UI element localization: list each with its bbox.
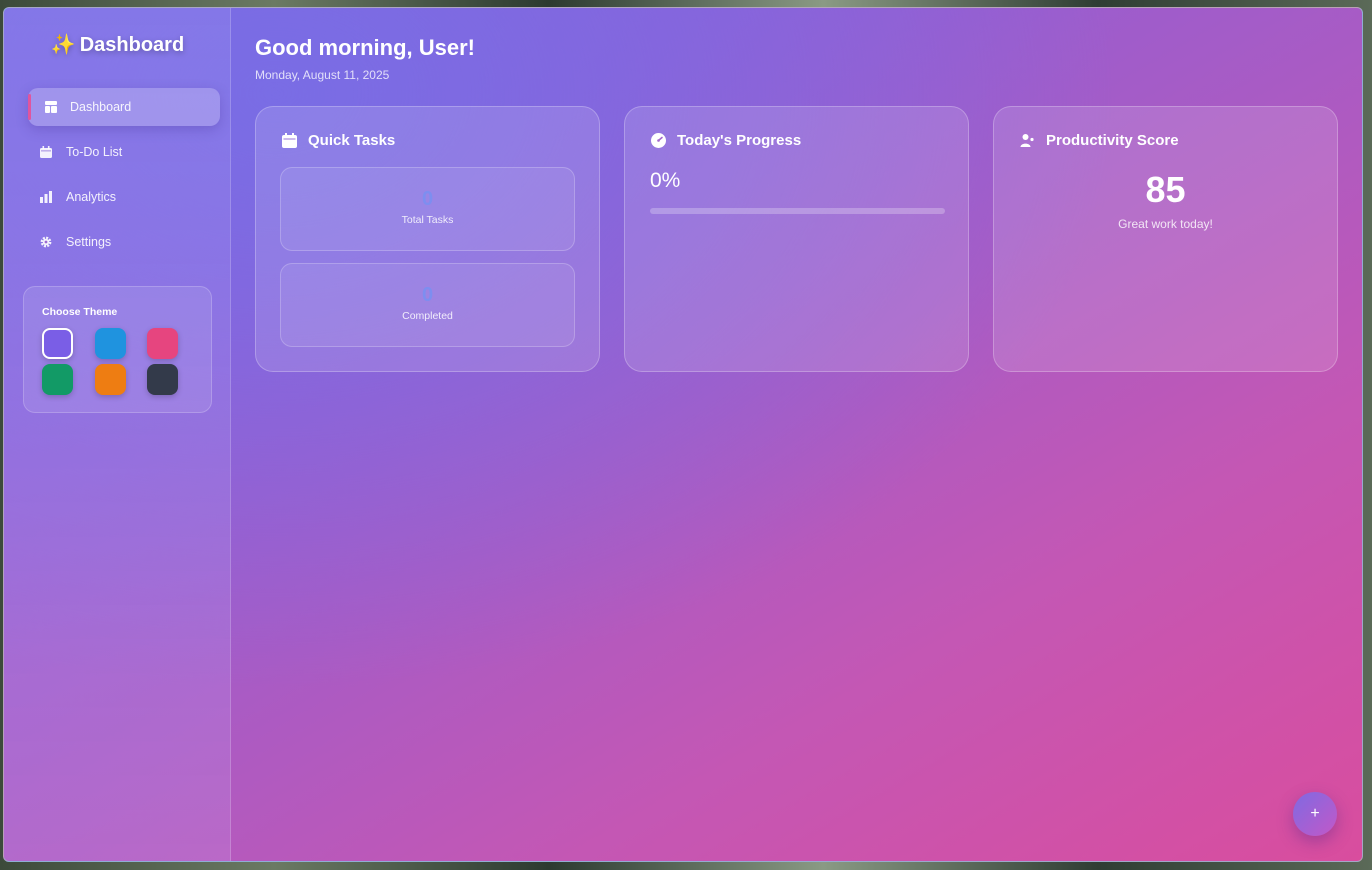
- sidebar-item-label: Dashboard: [70, 100, 132, 114]
- card-title-label: Productivity Score: [1046, 132, 1179, 149]
- productivity-card: Productivity Score 85 Great work today!: [993, 106, 1338, 372]
- sidebar-item-label: Settings: [66, 235, 112, 249]
- progress-percent: 0%: [650, 169, 681, 192]
- brand-label: Dashboard: [79, 34, 185, 56]
- sidebar-item-settings[interactable]: Settings: [28, 223, 220, 261]
- theme-picker: Choose Theme: [23, 286, 212, 413]
- sidebar-nav: Dashboard To-Do List Analytics Settings: [28, 88, 220, 268]
- progress-card: Today's Progress 0%: [624, 106, 969, 372]
- total-tasks-value: 0: [421, 188, 434, 210]
- completed-tasks-label: Completed: [402, 310, 453, 322]
- total-tasks-stat: 0 Total Tasks: [280, 167, 575, 251]
- theme-swatch-green[interactable]: [42, 364, 73, 395]
- user-icon: [1019, 133, 1035, 149]
- current-date: Monday, August 11, 2025: [255, 68, 390, 82]
- gear-icon: [40, 236, 52, 248]
- sidebar-item-label: Analytics: [66, 190, 117, 204]
- calendar-icon: [40, 146, 52, 158]
- progress-bar: [650, 208, 945, 214]
- total-tasks-label: Total Tasks: [401, 214, 454, 226]
- sidebar: ✨ Dashboard Dashboard To-Do List Analytic…: [4, 8, 231, 861]
- layout-icon: [45, 101, 57, 113]
- quick-tasks-card: Quick Tasks 0 Total Tasks 0 Completed: [255, 106, 600, 372]
- card-title: Productivity Score: [1019, 132, 1179, 149]
- sidebar-item-analytics[interactable]: Analytics: [28, 178, 220, 216]
- sparkles-icon: ✨: [50, 34, 76, 56]
- theme-swatch-pink[interactable]: [147, 328, 178, 359]
- productivity-message: Great work today!: [1118, 217, 1213, 231]
- page-title: Good morning, User!: [255, 35, 475, 60]
- main-content: Good morning, User! Monday, August 11, 2…: [231, 8, 1362, 861]
- calendar-icon: [281, 133, 297, 149]
- theme-picker-title: Choose Theme: [42, 306, 118, 318]
- bar-chart-icon: [40, 191, 52, 203]
- card-title-label: Quick Tasks: [308, 132, 396, 149]
- card-title: Today's Progress: [650, 132, 801, 149]
- app-window: ✨ Dashboard Dashboard To-Do List Analytic…: [3, 7, 1363, 862]
- card-title: Quick Tasks: [281, 132, 395, 149]
- brand-title: ✨ Dashboard: [4, 32, 231, 57]
- completed-tasks-value: 0: [421, 284, 434, 306]
- gauge-icon: [650, 133, 666, 149]
- theme-swatch-orange[interactable]: [95, 364, 126, 395]
- sidebar-item-label: To-Do List: [66, 145, 123, 159]
- sidebar-item-todo[interactable]: To-Do List: [28, 133, 220, 171]
- add-task-button[interactable]: +: [1293, 792, 1337, 836]
- theme-swatch-dark[interactable]: [147, 364, 178, 395]
- completed-tasks-stat: 0 Completed: [280, 263, 575, 347]
- sidebar-item-dashboard[interactable]: Dashboard: [28, 88, 220, 126]
- card-title-label: Today's Progress: [677, 132, 802, 149]
- theme-swatch-purple[interactable]: [42, 328, 73, 359]
- productivity-score: 85: [1145, 169, 1186, 210]
- theme-swatch-blue[interactable]: [95, 328, 126, 359]
